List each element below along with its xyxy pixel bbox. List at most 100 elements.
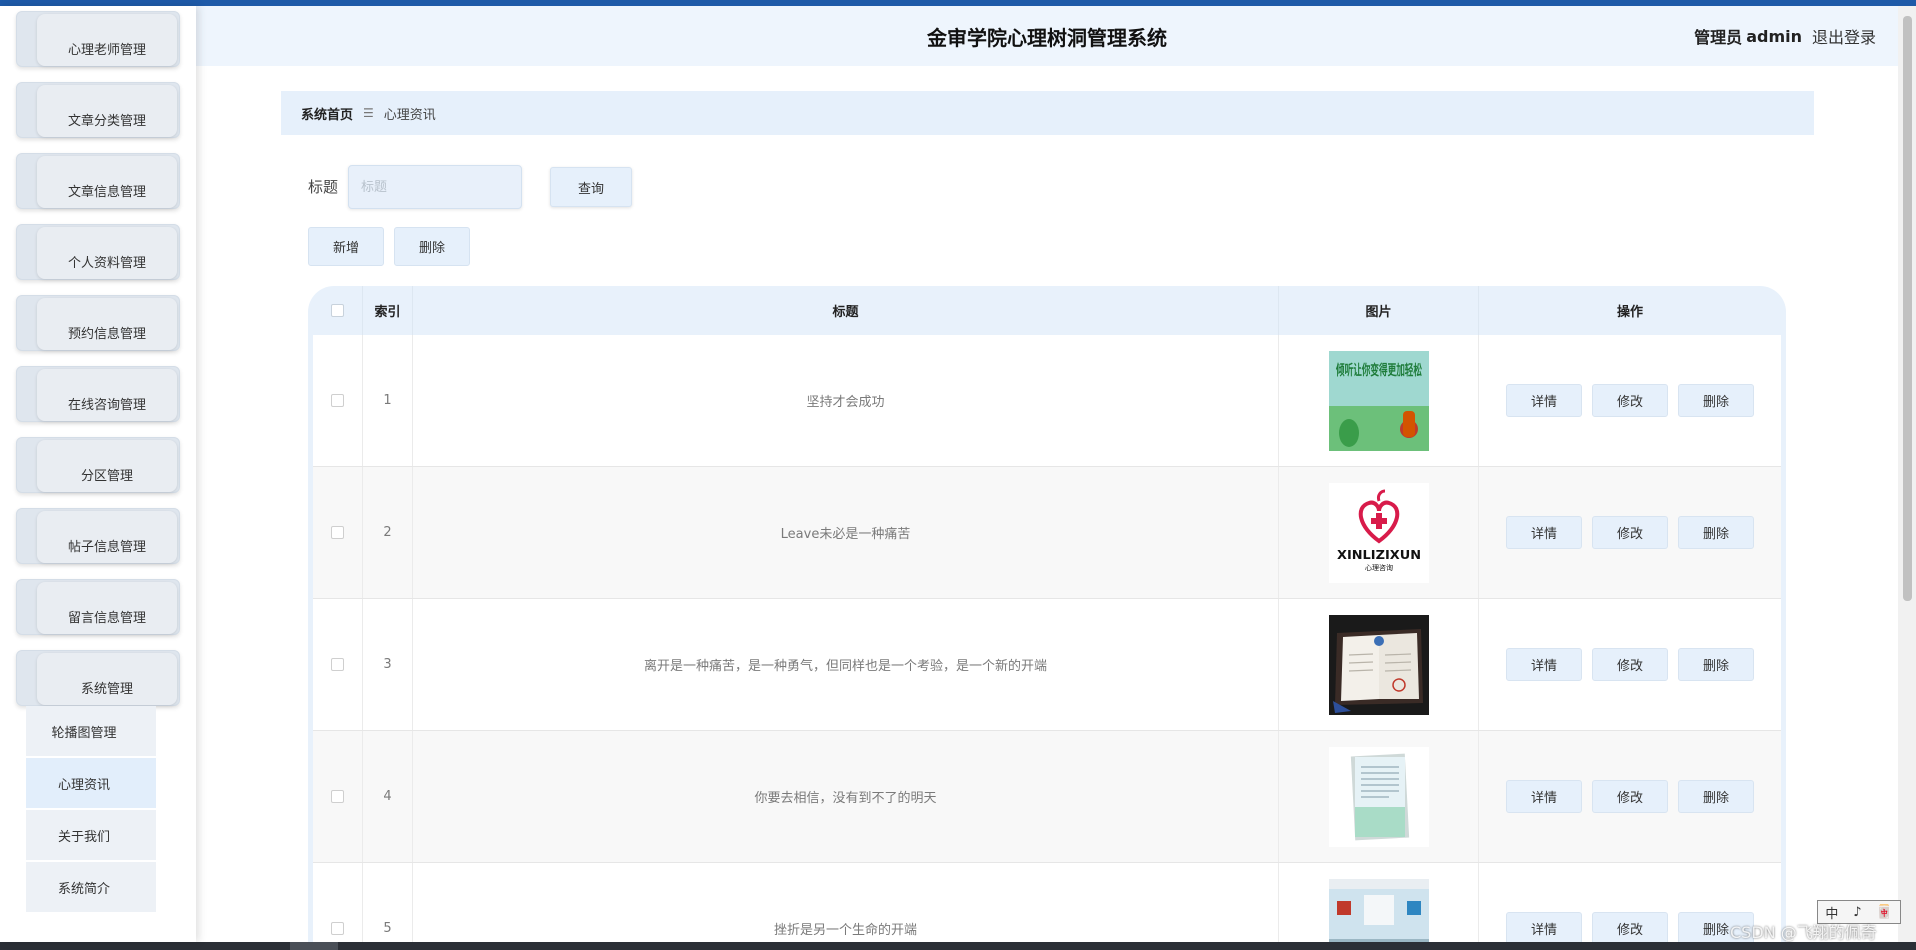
sidebar-item-label: 文章信息管理: [37, 156, 177, 208]
search-title-label: 标题: [308, 178, 339, 196]
news-table: 索引 标题 图片 操作 1 坚持才会成功 倾听让你变得更加轻松: [308, 286, 1786, 950]
row-title: 离开是一种痛苦，是一种勇气，但同样也是一个考验，是一个新的开端: [413, 599, 1279, 730]
menu-icon: ☰: [363, 106, 374, 120]
sidebar-item-article-category[interactable]: 文章分类管理: [16, 82, 180, 138]
edit-button[interactable]: 修改: [1592, 912, 1668, 945]
row-title: 坚持才会成功: [413, 335, 1279, 466]
submenu-item-system-intro[interactable]: 系统简介: [26, 862, 156, 912]
row-title: Leave未必是一种痛苦: [413, 467, 1279, 598]
header-user-area: 管理员 admin 退出登录: [1694, 6, 1876, 66]
sidebar-item-system[interactable]: 系统管理: [16, 650, 180, 706]
document-image: [1328, 746, 1429, 847]
sidebar-item-label: 在线咨询管理: [37, 369, 177, 421]
row-index: 4: [363, 731, 413, 862]
page-scrollbar[interactable]: [1898, 6, 1916, 942]
sidebar-item-label: 个人资料管理: [37, 227, 177, 279]
table-row: 1 坚持才会成功 倾听让你变得更加轻松 详情 修改 删除: [313, 335, 1781, 467]
xinlizixun-logo-image: XINLIZIXUN 心理咨询: [1328, 482, 1429, 583]
system-submenu: 轮播图管理 心理资讯 关于我们 系统简介: [26, 706, 156, 914]
sidebar-item-label: 文章分类管理: [37, 85, 177, 137]
breadcrumb-current: 心理资讯: [383, 107, 436, 123]
table-row: 2 Leave未必是一种痛苦 XINLIZIXUN 心理咨询 详情 修改 删除: [313, 467, 1781, 599]
edit-button[interactable]: 修改: [1592, 780, 1668, 813]
sidebar-item-label: 系统管理: [37, 653, 177, 705]
delete-button[interactable]: 删除: [1678, 384, 1754, 417]
select-all-checkbox[interactable]: [331, 304, 344, 317]
detail-button[interactable]: 详情: [1506, 780, 1582, 813]
row-image-cell: [1279, 731, 1479, 862]
row-index: 5: [363, 863, 413, 950]
row-checkbox-cell: [313, 599, 363, 730]
submenu-item-about-us[interactable]: 关于我们: [26, 810, 156, 860]
row-checkbox[interactable]: [331, 658, 344, 671]
row-checkbox[interactable]: [331, 394, 344, 407]
row-checkbox[interactable]: [331, 526, 344, 539]
admin-role-label: 管理员: [1694, 28, 1743, 47]
admin-name-label: admin: [1746, 26, 1802, 46]
row-title: 挫折是另一个生命的开端: [413, 863, 1279, 950]
certificate-image: [1328, 614, 1429, 715]
submenu-item-carousel[interactable]: 轮播图管理: [26, 706, 156, 756]
row-checkbox[interactable]: [331, 790, 344, 803]
header-index: 索引: [363, 286, 413, 335]
scrollbar-thumb[interactable]: [1903, 16, 1912, 601]
edit-button[interactable]: 修改: [1592, 516, 1668, 549]
delete-button[interactable]: 删除: [1678, 648, 1754, 681]
sidebar-item-article-info[interactable]: 文章信息管理: [16, 153, 180, 209]
detail-button[interactable]: 详情: [1506, 516, 1582, 549]
sidebar-item-appointment[interactable]: 预约信息管理: [16, 295, 180, 351]
app-title: 金审学院心理树洞管理系统: [927, 25, 1167, 50]
edit-button[interactable]: 修改: [1592, 648, 1668, 681]
ime-settings-icon[interactable]: 🀄: [1876, 905, 1892, 920]
detail-button[interactable]: 详情: [1506, 912, 1582, 945]
sidebar-item-zone[interactable]: 分区管理: [16, 437, 180, 493]
detail-button[interactable]: 详情: [1506, 384, 1582, 417]
row-checkbox-cell: [313, 467, 363, 598]
header-image: 图片: [1279, 286, 1479, 335]
row-ops: 详情 修改 删除: [1479, 335, 1781, 466]
csdn-watermark: CSDN @飞翔的佩奇: [1730, 923, 1877, 942]
submenu-item-psych-news[interactable]: 心理资讯: [26, 758, 156, 808]
header-title: 标题: [413, 286, 1279, 335]
row-image-cell: XINLIZIXUN 心理咨询: [1279, 467, 1479, 598]
edit-button[interactable]: 修改: [1592, 384, 1668, 417]
row-index: 2: [363, 467, 413, 598]
sidebar-item-posts[interactable]: 帖子信息管理: [16, 508, 180, 564]
breadcrumb: 系统首页 ☰ 心理资讯: [281, 91, 1814, 135]
row-checkbox-cell: [313, 335, 363, 466]
detail-button[interactable]: 详情: [1506, 648, 1582, 681]
breadcrumb-home[interactable]: 系统首页: [301, 104, 353, 123]
row-image-cell: [1279, 599, 1479, 730]
sidebar-item-psych-teacher[interactable]: 心理老师管理: [16, 11, 180, 67]
header-checkbox-cell: [313, 286, 363, 335]
table-row: 3 离开是一种痛苦，是一种勇气，但同样也是一个考验，是一个新的开端 详情 修改 …: [313, 599, 1781, 731]
ime-moon-icon[interactable]: ♪: [1853, 905, 1861, 920]
room-photo-image: [1328, 878, 1429, 950]
row-ops: 详情 修改 删除: [1479, 467, 1781, 598]
sidebar: 心理老师管理 文章分类管理 文章信息管理 个人资料管理 预约信息管理 在线咨询管…: [0, 6, 196, 942]
row-image-cell: 倾听让你变得更加轻松: [1279, 335, 1479, 466]
delete-button[interactable]: 删除: [1678, 780, 1754, 813]
poster-listen-image: 倾听让你变得更加轻松: [1328, 350, 1429, 451]
taskbar-segment: [290, 942, 338, 950]
delete-button[interactable]: 删除: [1678, 516, 1754, 549]
header-ops: 操作: [1616, 305, 1643, 320]
search-title-input[interactable]: [348, 165, 522, 209]
sidebar-item-profile[interactable]: 个人资料管理: [16, 224, 180, 280]
logout-link[interactable]: 退出登录: [1812, 24, 1876, 48]
sidebar-item-label: 预约信息管理: [37, 298, 177, 350]
row-checkbox[interactable]: [331, 922, 344, 935]
logo-text: XINLIZIXUN: [1337, 548, 1421, 562]
sidebar-item-messages[interactable]: 留言信息管理: [16, 579, 180, 635]
table-header: 索引 标题 图片 操作: [313, 286, 1781, 335]
sidebar-item-label: 分区管理: [37, 440, 177, 492]
add-button[interactable]: 新增: [308, 227, 384, 266]
query-button[interactable]: 查询: [550, 167, 632, 207]
batch-delete-button[interactable]: 删除: [394, 227, 470, 266]
poster-text: 倾听让你变得更加轻松: [1335, 362, 1422, 379]
top-header: 金审学院心理树洞管理系统 管理员 admin 退出登录: [196, 6, 1898, 66]
sidebar-item-online-consult[interactable]: 在线咨询管理: [16, 366, 180, 422]
row-ops: 详情 修改 删除: [1479, 599, 1781, 730]
table-row: 4 你要去相信，没有到不了的明天 详情 修改 删除: [313, 731, 1781, 863]
row-checkbox-cell: [313, 731, 363, 862]
